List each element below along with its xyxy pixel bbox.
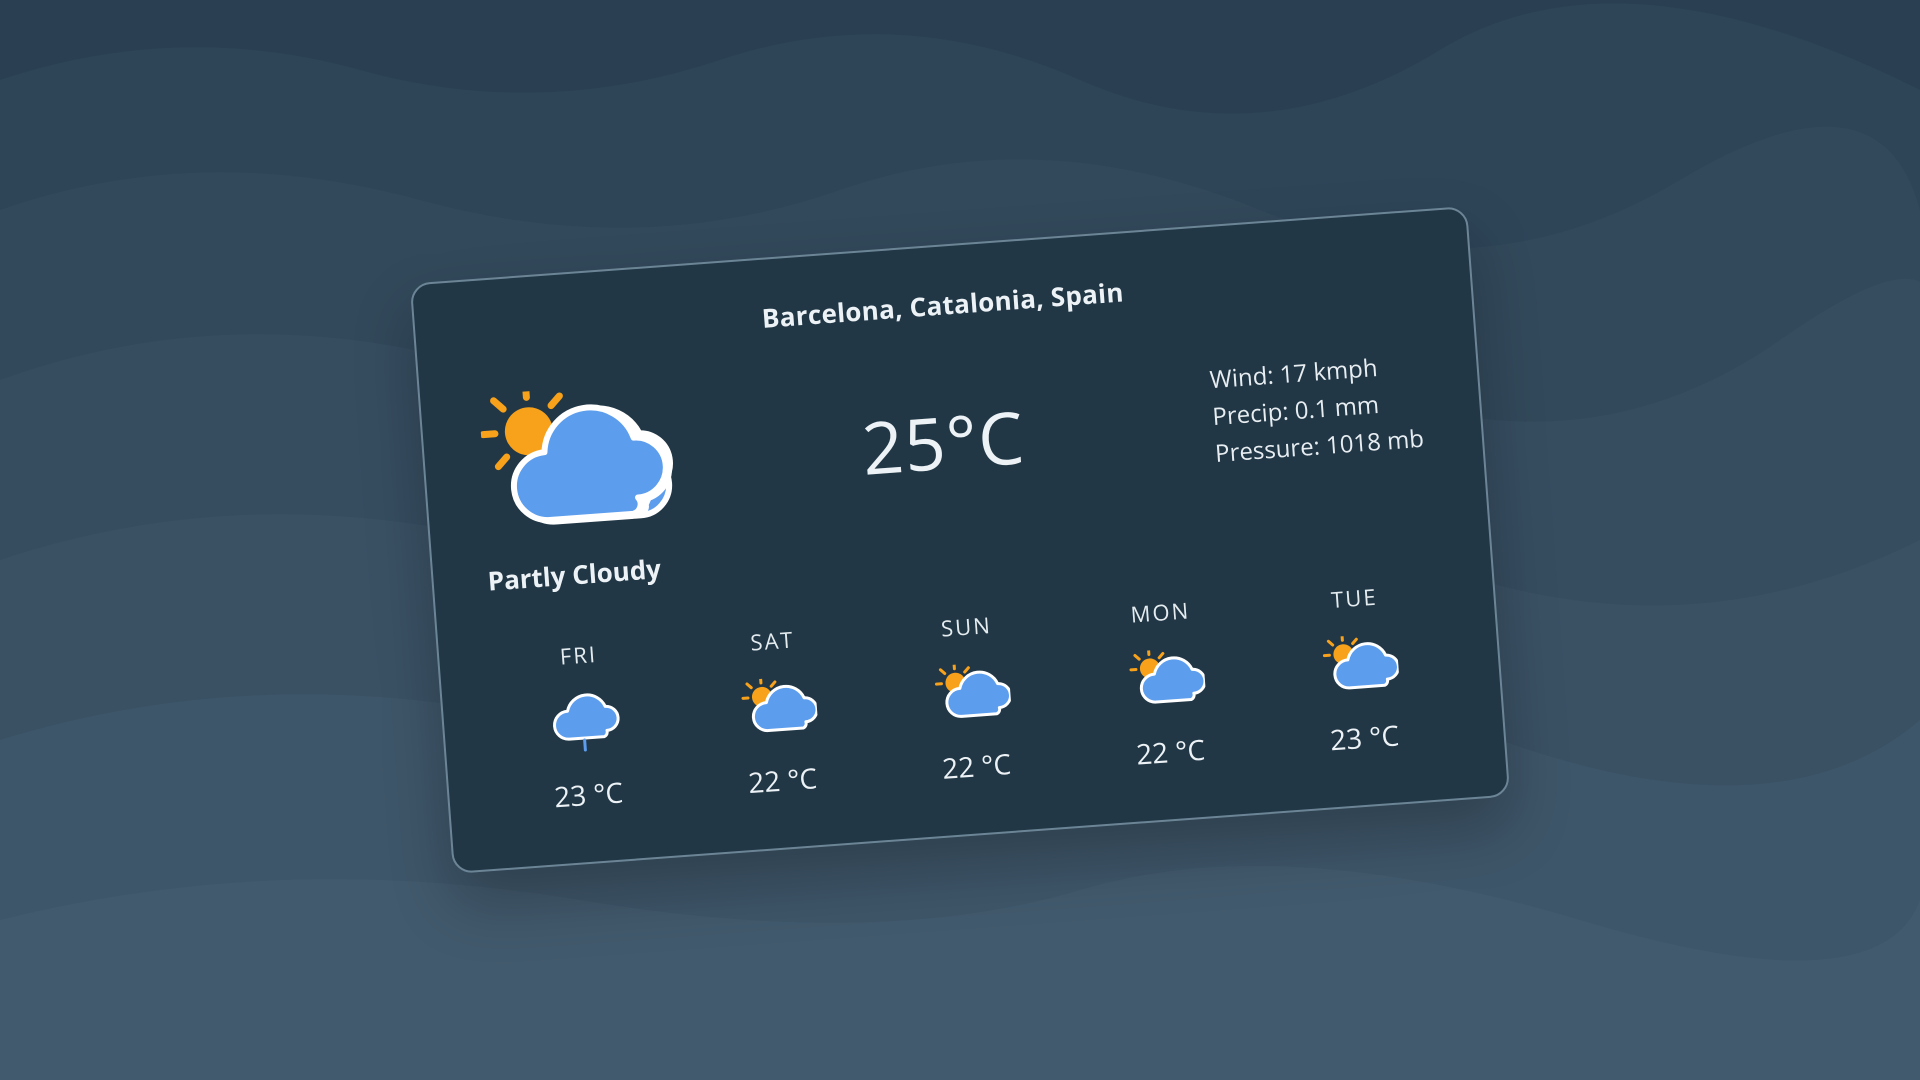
partly-cloudy-icon <box>1318 632 1400 700</box>
partly-cloudy-icon <box>736 675 818 743</box>
forecast-day-temp: 23 °C <box>553 773 625 816</box>
forecast-day-label: FRI <box>559 639 598 672</box>
forecast-day: TUE 23 °C <box>1268 577 1450 763</box>
weather-card: Barcelona, Catalonia, Spain <box>410 206 1511 874</box>
forecast-day-label: SUN <box>940 610 993 644</box>
partly-cloudy-icon <box>930 661 1012 729</box>
forecast-day: SUN 22 °C <box>881 606 1063 792</box>
partly-cloudy-icon <box>1124 647 1206 715</box>
forecast-day-label: MON <box>1130 595 1192 629</box>
forecast-day-temp: 22 °C <box>941 745 1013 788</box>
forecast-day-label: SAT <box>749 624 795 657</box>
drizzle-icon <box>542 689 624 757</box>
forecast-day-temp: 22 °C <box>1135 731 1207 774</box>
current-weather-row: Partly Cloudy 25°C Wind: 17 kmph Precip:… <box>468 325 1440 599</box>
partly-cloudy-icon <box>478 381 678 545</box>
forecast-day-label: TUE <box>1330 582 1378 615</box>
current-temperature: 25°C <box>690 375 1197 509</box>
forecast-day-temp: 22 °C <box>747 759 819 802</box>
forecast-day: FRI 23 °C <box>493 634 675 820</box>
forecast-day-temp: 23 °C <box>1329 716 1401 759</box>
forecast-day: SAT 22 °C <box>687 620 869 806</box>
forecast-row: FRI 23 °C SAT <box>487 577 1457 821</box>
forecast-day: MON 22 °C <box>1074 591 1256 777</box>
current-condition-label: Partly Cloudy <box>486 550 662 599</box>
current-details: Wind: 17 kmph Precip: 0.1 mm Pressure: 1… <box>1208 346 1425 473</box>
